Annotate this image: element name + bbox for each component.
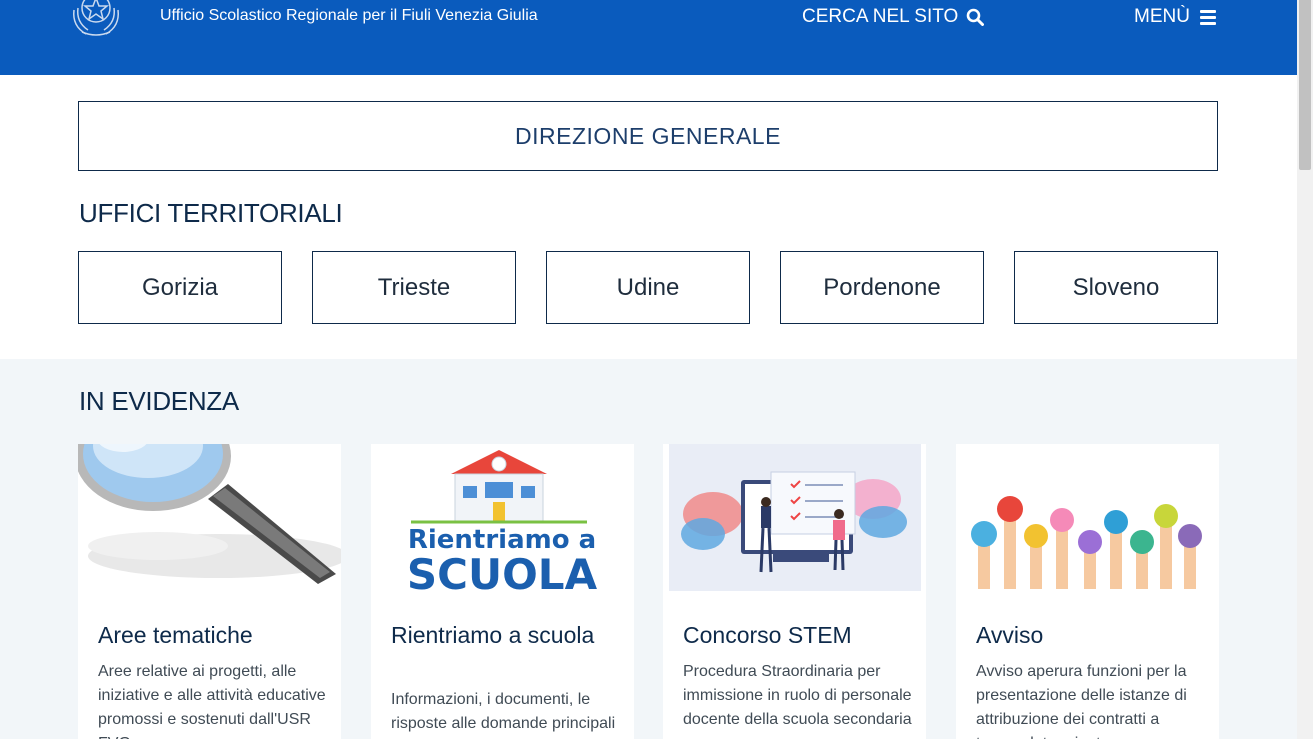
- search-site-link[interactable]: CERCA NEL SITO: [802, 6, 985, 28]
- office-button-trieste[interactable]: Trieste: [312, 251, 516, 324]
- site-header: Ufficio Scolastico Regionale per il Fiul…: [0, 0, 1297, 75]
- office-label: Trieste: [377, 273, 451, 301]
- search-label: CERCA NEL SITO: [802, 6, 959, 27]
- card-rientriamo-a-scuola[interactable]: Rientriamo a SCUOLA Rientriamo a scuola …: [371, 444, 634, 739]
- stem-illustration-image[interactable]: [663, 444, 926, 591]
- hamburger-icon: [1199, 9, 1216, 25]
- image-text-line2: SCUOLA: [407, 550, 598, 591]
- card-title[interactable]: Avviso: [976, 621, 1206, 649]
- search-icon: [966, 8, 985, 26]
- office-label: Pordenone: [823, 273, 941, 301]
- card-description: Aree relative ai progetti, alle iniziati…: [98, 663, 326, 739]
- card-description: Procedura Straordinaria per immissione i…: [683, 663, 912, 728]
- card-description: Avviso aperura funzioni per la presentaz…: [976, 663, 1187, 739]
- rientriamo-a-scuola-image[interactable]: Rientriamo a SCUOLA: [371, 444, 634, 591]
- card-description: Informazioni, i documenti, le risposte a…: [391, 691, 616, 732]
- painted-hands-image[interactable]: [956, 444, 1219, 591]
- menu-button[interactable]: MENÙ: [1134, 6, 1216, 28]
- in-evidenza-heading: IN EVIDENZA: [79, 386, 239, 416]
- office-button-gorizia[interactable]: Gorizia: [78, 251, 282, 324]
- card-title[interactable]: Concorso STEM: [683, 621, 913, 649]
- card-concorso-stem[interactable]: Concorso STEM Procedura Straordinaria pe…: [663, 444, 926, 739]
- office-label: Udine: [616, 273, 680, 301]
- magnifying-glass-image[interactable]: [78, 444, 341, 591]
- page-scrollbar[interactable]: [1297, 0, 1313, 739]
- direzione-generale-button[interactable]: DIREZIONE GENERALE: [78, 101, 1218, 171]
- card-title[interactable]: Aree tematiche: [98, 621, 328, 649]
- card-aree-tematiche[interactable]: Aree tematiche Aree relative ai progetti…: [78, 444, 341, 739]
- office-label: Gorizia: [141, 273, 219, 301]
- site-subtitle: Ufficio Scolastico Regionale per il Fiul…: [160, 7, 538, 24]
- republic-emblem-logo[interactable]: [64, 0, 128, 38]
- card-avviso[interactable]: Avviso Avviso aperura funzioni per la pr…: [956, 444, 1219, 739]
- uffici-territoriali-heading: UFFICI TERRITORIALI: [79, 198, 343, 228]
- office-button-sloveno[interactable]: Sloveno: [1014, 251, 1218, 324]
- menu-label: MENÙ: [1134, 6, 1190, 27]
- direzione-generale-label: DIREZIONE GENERALE: [515, 122, 781, 149]
- scrollbar-thumb[interactable]: [1299, 0, 1311, 170]
- office-label: Sloveno: [1072, 273, 1160, 301]
- office-button-pordenone[interactable]: Pordenone: [780, 251, 984, 324]
- office-button-udine[interactable]: Udine: [546, 251, 750, 324]
- card-title[interactable]: Rientriamo a scuola: [391, 621, 621, 649]
